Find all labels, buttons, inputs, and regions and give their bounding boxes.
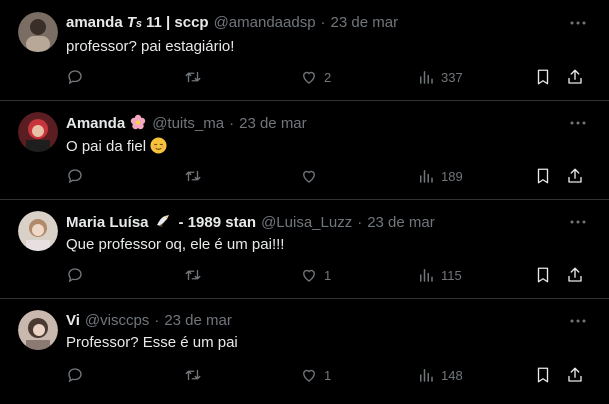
more-options-icon[interactable] xyxy=(569,213,587,231)
like-button[interactable]: 1 xyxy=(300,264,331,286)
tweet-text: Professor? Esse é um pai xyxy=(66,334,238,351)
display-name-suffix[interactable]: 11 | sccp xyxy=(146,14,209,31)
view-count: 148 xyxy=(441,367,463,383)
separator-dot: · xyxy=(154,312,160,329)
avatar[interactable] xyxy=(18,310,58,350)
more-options-icon[interactable] xyxy=(569,14,587,32)
tweet-3[interactable]: Maria Luísa - 1989 stan @Luisa_Luzz · 23… xyxy=(0,200,609,299)
views-icon xyxy=(420,269,433,282)
ts-emoji-icon: Ts xyxy=(126,14,142,31)
reply-button[interactable] xyxy=(66,66,84,88)
reply-icon xyxy=(68,268,82,283)
heart-icon xyxy=(303,170,315,183)
avatar[interactable] xyxy=(18,12,58,52)
views-button[interactable]: 337 xyxy=(417,66,463,88)
share-button[interactable] xyxy=(566,364,584,386)
avatar[interactable] xyxy=(18,211,58,251)
retweet-icon xyxy=(185,369,201,381)
share-button[interactable] xyxy=(566,165,584,187)
retweet-icon xyxy=(185,170,201,182)
flower-emoji-icon xyxy=(130,114,146,132)
separator-dot: · xyxy=(229,115,235,132)
timestamp[interactable]: 23 de mar xyxy=(239,115,307,132)
tweet-text: professor? pai estagiário! xyxy=(66,38,235,55)
retweet-button[interactable] xyxy=(184,364,202,386)
views-icon xyxy=(420,71,433,84)
retweet-icon xyxy=(185,71,201,83)
user-handle[interactable]: @Luisa_Luzz xyxy=(261,214,352,231)
user-handle[interactable]: @tuits_ma xyxy=(152,115,224,132)
separator-dot: · xyxy=(320,14,326,31)
display-name[interactable]: Vi xyxy=(66,312,80,329)
share-icon xyxy=(568,367,582,382)
display-name[interactable]: Amanda xyxy=(66,115,125,132)
retweet-button[interactable] xyxy=(184,264,202,286)
reply-button[interactable] xyxy=(66,264,84,286)
share-icon xyxy=(568,267,582,282)
heart-icon xyxy=(303,269,315,282)
separator-dot: · xyxy=(357,214,363,231)
tweet-text: Que professor oq, ele é um pai!!! xyxy=(66,236,285,253)
user-handle[interactable]: @visccps xyxy=(85,312,149,329)
like-button[interactable] xyxy=(300,165,318,187)
reply-icon xyxy=(68,169,82,184)
bookmark-button[interactable] xyxy=(534,264,552,286)
tweet-1[interactable]: amanda Ts 11 | sccp @amandaadsp · 23 de … xyxy=(0,0,609,101)
view-count: 189 xyxy=(441,168,463,184)
timestamp[interactable]: 23 de mar xyxy=(164,312,232,329)
view-count: 115 xyxy=(441,267,462,283)
bookmark-button[interactable] xyxy=(534,364,552,386)
views-icon xyxy=(420,170,433,183)
tweet-2[interactable]: Amanda @tuits_ma · 23 de mar O pai da fi… xyxy=(0,101,609,200)
reply-button[interactable] xyxy=(66,364,84,386)
bookmark-icon xyxy=(537,267,549,283)
display-name-suffix[interactable]: - 1989 stan xyxy=(179,214,257,231)
share-icon xyxy=(568,69,582,84)
share-button[interactable] xyxy=(566,66,584,88)
heart-icon xyxy=(303,71,315,84)
bookmark-button[interactable] xyxy=(534,165,552,187)
more-options-icon[interactable] xyxy=(569,312,587,330)
bookmark-icon xyxy=(537,367,549,383)
display-name[interactable]: Maria Luísa xyxy=(66,214,149,231)
tweet-4[interactable]: Vi @visccps · 23 de mar Professor? Esse … xyxy=(0,299,609,404)
like-count: 1 xyxy=(324,367,332,383)
eagle-emoji-icon xyxy=(155,213,171,231)
avatar[interactable] xyxy=(18,112,58,152)
view-count: 337 xyxy=(441,69,463,85)
bookmark-button[interactable] xyxy=(534,66,552,88)
reply-icon xyxy=(68,70,82,85)
views-button[interactable]: 189 xyxy=(417,165,463,187)
retweet-button[interactable] xyxy=(184,165,202,187)
views-button[interactable]: 115 xyxy=(417,264,462,286)
like-count: 2 xyxy=(324,69,332,85)
like-count: 1 xyxy=(324,267,332,283)
timestamp[interactable]: 23 de mar xyxy=(331,14,399,31)
timestamp[interactable]: 23 de mar xyxy=(367,214,435,231)
views-icon xyxy=(420,369,433,382)
like-button[interactable]: 2 xyxy=(300,66,331,88)
retweet-button[interactable] xyxy=(184,66,202,88)
display-name[interactable]: amanda xyxy=(66,14,123,31)
share-icon xyxy=(568,168,582,183)
retweet-icon xyxy=(185,269,201,281)
reply-button[interactable] xyxy=(66,165,84,187)
share-button[interactable] xyxy=(566,264,584,286)
views-button[interactable]: 148 xyxy=(417,364,463,386)
more-options-icon[interactable] xyxy=(569,114,587,132)
relieved-face-emoji-icon xyxy=(150,137,167,158)
reply-icon xyxy=(68,368,82,383)
tweet-text: O pai da fiel xyxy=(66,138,147,155)
heart-icon xyxy=(303,369,315,382)
user-handle[interactable]: @amandaadsp xyxy=(214,14,316,31)
bookmark-icon xyxy=(537,69,549,85)
bookmark-icon xyxy=(537,168,549,184)
like-button[interactable]: 1 xyxy=(300,364,331,386)
